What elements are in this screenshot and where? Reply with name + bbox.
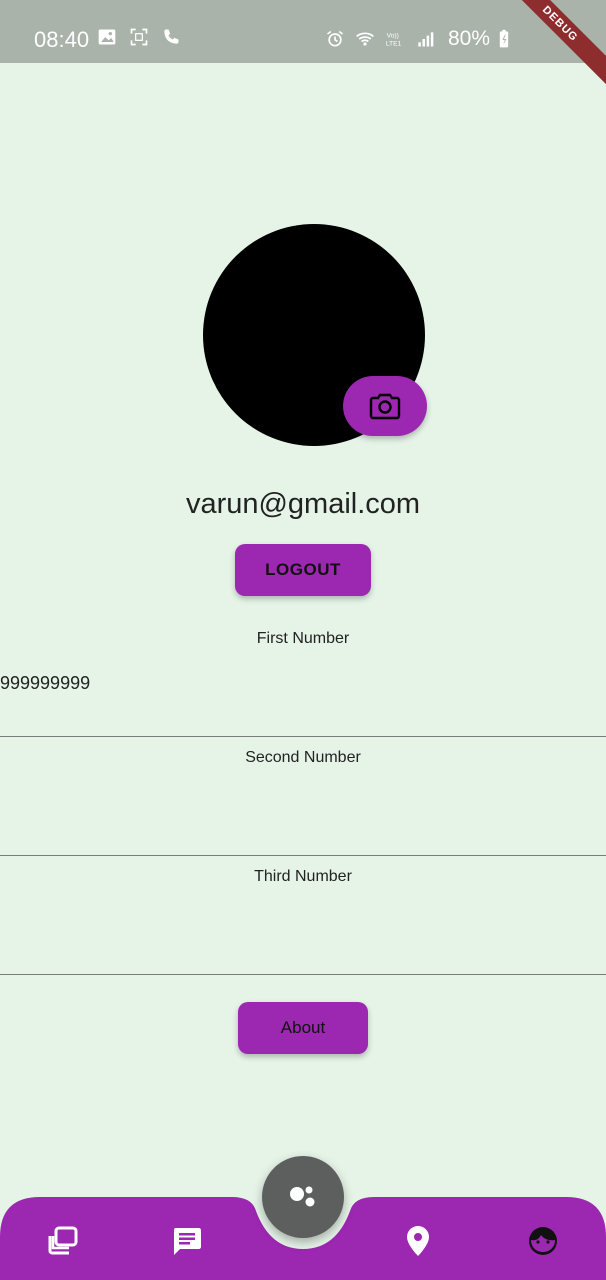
battery-charging-icon xyxy=(499,29,509,48)
profile-face-icon xyxy=(529,1227,557,1255)
nav-location[interactable] xyxy=(398,1221,438,1261)
svg-text:LTE1: LTE1 xyxy=(386,41,402,48)
third-number-field[interactable]: Third Number xyxy=(0,856,606,975)
phone-icon xyxy=(164,29,179,44)
first-number-label: First Number xyxy=(256,630,350,647)
gallery-icon xyxy=(48,1226,78,1255)
assistant-fab[interactable] xyxy=(262,1156,344,1238)
signal-icon xyxy=(418,32,434,47)
nav-profile[interactable] xyxy=(523,1221,563,1261)
third-number-underline xyxy=(0,974,606,975)
second-number-field[interactable]: Second Number xyxy=(0,737,606,856)
third-number-label: Third Number xyxy=(254,868,352,885)
chat-icon xyxy=(174,1228,201,1255)
svg-text:Vo)): Vo)) xyxy=(387,32,399,39)
user-email: varun@gmail.com xyxy=(185,488,421,520)
camera-icon xyxy=(369,393,401,420)
first-number-field[interactable]: First Number 999999999 xyxy=(0,618,606,737)
screenshot-icon xyxy=(130,28,148,46)
change-photo-button[interactable] xyxy=(343,376,427,436)
first-number-value[interactable]: 999999999 xyxy=(0,673,90,694)
nav-chat[interactable] xyxy=(167,1221,207,1261)
about-button[interactable]: About xyxy=(238,1002,368,1054)
volte-icon: Vo)) LTE1 xyxy=(386,32,402,48)
alarm-icon xyxy=(326,30,343,47)
second-number-label: Second Number xyxy=(245,749,361,766)
battery-percentage: 80% xyxy=(447,27,490,50)
wifi-icon xyxy=(356,32,374,46)
logout-button[interactable]: LOGOUT xyxy=(235,544,371,596)
location-pin-icon xyxy=(407,1226,429,1256)
image-icon xyxy=(98,29,116,45)
status-right-icons: Vo)) LTE1 80% xyxy=(324,27,510,51)
nav-gallery[interactable] xyxy=(42,1221,82,1261)
assistant-dots-icon xyxy=(290,1186,315,1207)
status-bar: 08:40 Vo)) LTE1 80% xyxy=(0,0,606,63)
status-left-icons xyxy=(96,27,182,47)
status-time: 08:40 xyxy=(34,27,90,52)
